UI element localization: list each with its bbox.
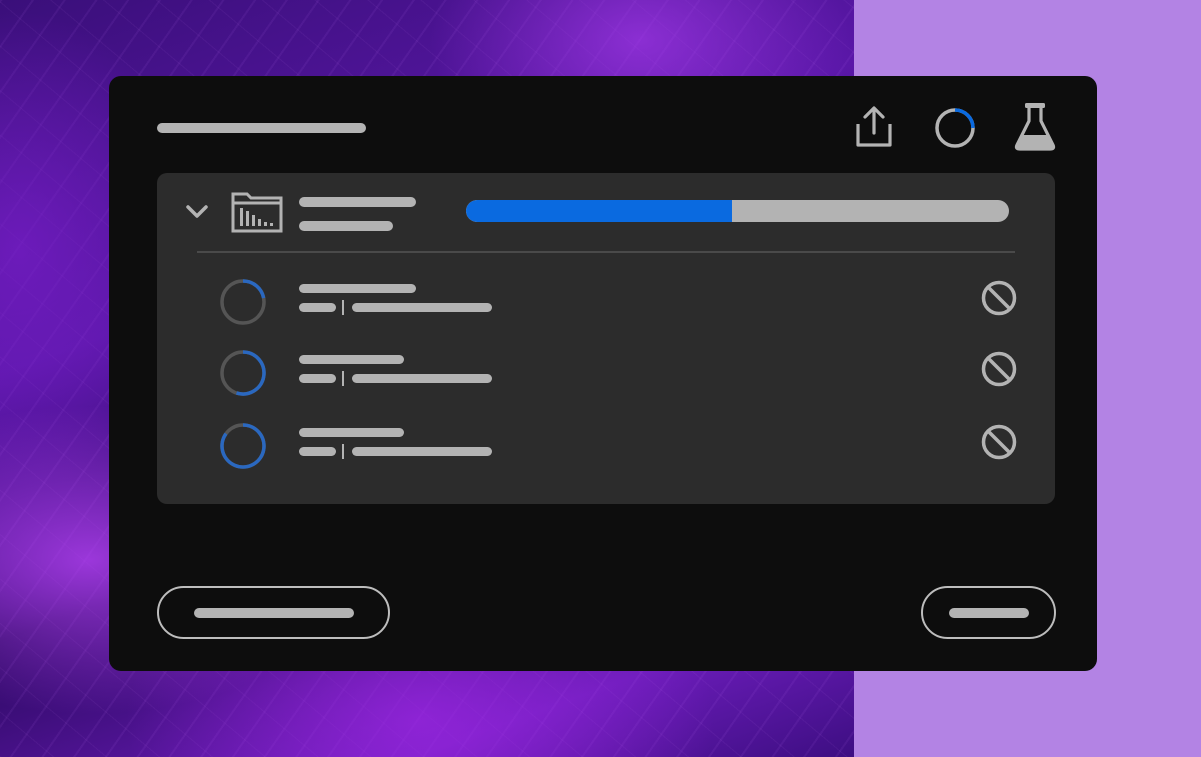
item-title-placeholder [299, 428, 404, 437]
folder-chart-icon [231, 192, 283, 233]
cancel-icon[interactable] [980, 279, 1018, 317]
item-status-placeholder [352, 303, 492, 312]
group-divider [197, 251, 1015, 253]
group-title-placeholder [299, 197, 416, 207]
sync-progress-icon[interactable] [932, 105, 978, 151]
group-progress-bar [466, 200, 1009, 222]
item-status-placeholder [352, 447, 492, 456]
item-title-placeholder [299, 355, 404, 364]
secondary-action-button[interactable] [921, 586, 1056, 639]
sync-progress-arc [954, 108, 975, 129]
cancel-icon[interactable] [980, 350, 1018, 388]
upload-item [157, 420, 1055, 480]
upload-item [157, 347, 1055, 407]
dialog-title-placeholder [157, 123, 366, 133]
primary-button-label-placeholder [194, 608, 354, 618]
item-status-placeholder [352, 374, 492, 383]
item-separator [342, 444, 344, 459]
item-separator [342, 371, 344, 386]
flask-icon[interactable] [1013, 102, 1057, 152]
upload-dialog [109, 76, 1097, 671]
item-progress-spinner-icon [220, 279, 266, 325]
chevron-down-icon[interactable] [185, 204, 209, 220]
cancel-icon[interactable] [980, 423, 1018, 461]
secondary-button-label-placeholder [949, 608, 1029, 618]
item-separator [342, 300, 344, 315]
upload-item [157, 276, 1055, 336]
item-size-placeholder [299, 374, 336, 383]
item-size-placeholder [299, 447, 336, 456]
item-progress-spinner-icon [220, 350, 266, 396]
primary-action-button[interactable] [157, 586, 390, 639]
group-progress-fill [466, 200, 733, 222]
group-subtitle-placeholder [299, 221, 393, 231]
item-title-placeholder [299, 284, 416, 293]
item-size-placeholder [299, 303, 336, 312]
item-progress-spinner-icon [220, 423, 266, 469]
upload-group [157, 173, 1055, 504]
share-icon[interactable] [851, 104, 897, 150]
